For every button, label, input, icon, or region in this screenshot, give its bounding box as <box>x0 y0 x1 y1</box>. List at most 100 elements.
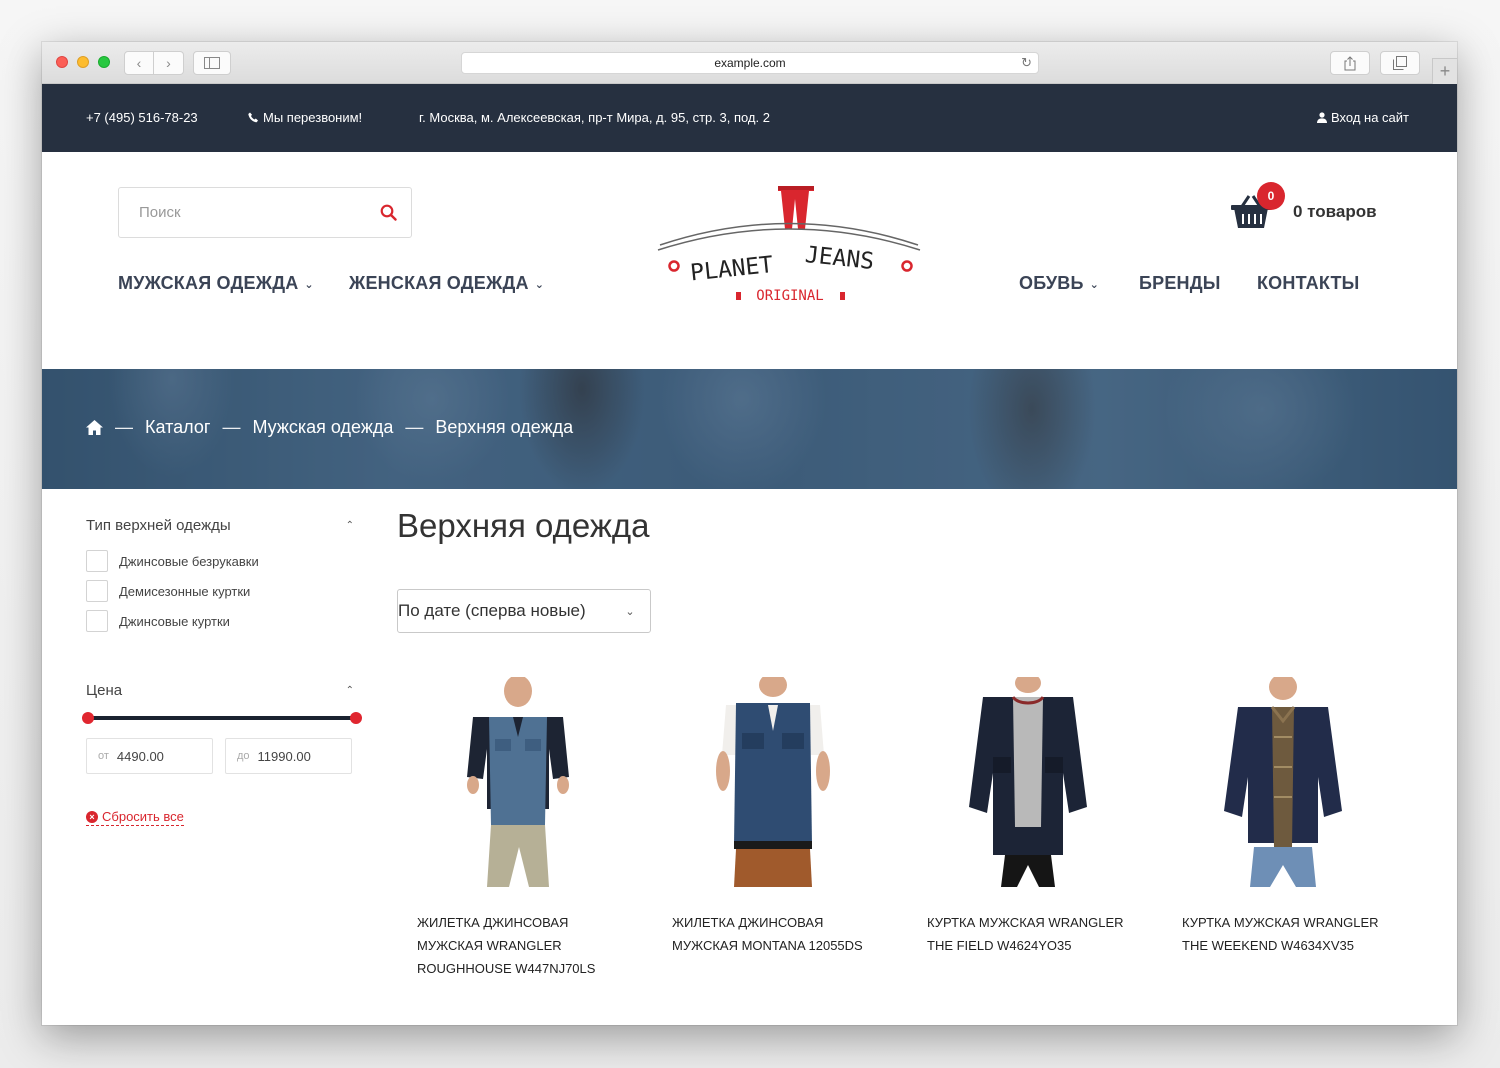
reload-icon[interactable]: ↻ <box>1021 53 1032 73</box>
sidebar-icon <box>204 57 220 69</box>
chevron-up-icon[interactable]: ⌃ <box>346 685 354 696</box>
reset-filters-link[interactable]: × Сбросить все <box>86 809 184 826</box>
phone-number: +7 (495) 516-78-23 <box>86 110 198 125</box>
product-image[interactable] <box>443 677 593 887</box>
product-image[interactable] <box>953 677 1103 887</box>
nav-contacts[interactable]: КОНТАКТЫ <box>1257 273 1360 294</box>
phone-link[interactable]: +7 (495) 516-78-23 <box>86 110 198 125</box>
filter-type-title: Тип верхней одежды <box>86 517 231 534</box>
breadcrumb-separator: — <box>222 417 241 437</box>
nav-womens-label: ЖЕНСКАЯ ОДЕЖДА <box>349 273 529 293</box>
chevron-up-icon[interactable]: ⌃ <box>346 520 354 531</box>
filter-option-label: Джинсовые безрукавки <box>119 553 259 569</box>
nav-brands-label: БРЕНДЫ <box>1139 273 1221 293</box>
plus-icon: + <box>1439 61 1451 81</box>
browser-toolbar: ‹ › example.com ↻ + <box>42 42 1457 84</box>
url-text: example.com <box>714 56 786 70</box>
filter-option-label: Джинсовые куртки <box>119 613 230 629</box>
tabs-overview-button[interactable] <box>1380 51 1420 75</box>
price-from-prefix: от <box>98 750 109 762</box>
minimize-window-button[interactable] <box>77 56 89 68</box>
address-bar[interactable]: example.com ↻ <box>461 52 1039 74</box>
store-address: г. Москва, м. Алексеевская, пр-т Мира, д… <box>419 110 770 125</box>
sidebar-toggle-button[interactable] <box>193 51 231 75</box>
window-controls <box>56 56 110 68</box>
chevron-left-icon: ‹ <box>136 55 142 71</box>
product-image[interactable] <box>698 677 848 887</box>
nav-brands[interactable]: БРЕНДЫ <box>1139 273 1221 294</box>
close-window-button[interactable] <box>56 56 68 68</box>
product-grid: ЖИЛЕТКА ДЖИНСОВАЯ МУЖСКАЯ WRANGLER ROUGH… <box>397 677 1417 987</box>
login-label: Вход на сайт <box>1331 110 1409 125</box>
filter-checkbox[interactable] <box>86 550 108 572</box>
slider-handle-max[interactable] <box>350 712 362 724</box>
price-from-value: 4490.00 <box>116 748 164 764</box>
share-icon <box>1344 55 1356 70</box>
nav-contacts-label: КОНТАКТЫ <box>1257 273 1360 293</box>
nav-mens-clothing[interactable]: МУЖСКАЯ ОДЕЖДА ⌄ <box>118 273 314 294</box>
logo-word-jeans: JEANS <box>804 242 876 275</box>
breadcrumb-mens[interactable]: Мужская одежда <box>252 417 393 438</box>
filter-option[interactable]: Джинсовые безрукавки <box>86 546 356 576</box>
filter-checkbox[interactable] <box>86 610 108 632</box>
filter-price-header[interactable]: Цена ⌃ <box>86 682 356 699</box>
search-box[interactable]: Поиск <box>118 187 412 238</box>
sort-select[interactable]: По дате (сперва новые) ⌄ <box>397 589 651 633</box>
price-to-field[interactable]: до 11990.00 <box>225 738 352 774</box>
filter-option[interactable]: Джинсовые куртки <box>86 606 356 636</box>
price-inputs: от 4490.00 до 11990.00 <box>86 738 356 774</box>
slider-handle-min[interactable] <box>82 712 94 724</box>
product-name[interactable]: ЖИЛЕТКА ДЖИНСОВАЯ МУЖСКАЯ WRANGLER ROUGH… <box>417 911 637 980</box>
sort-selected-value: По дате (сперва новые) <box>398 601 586 620</box>
product-name[interactable]: КУРТКА МУЖСКАЯ WRANGLER THE WEEKEND W463… <box>1182 911 1402 957</box>
chevron-right-icon: › <box>166 55 171 71</box>
product-image[interactable] <box>1208 677 1358 887</box>
site-header: Поиск МУЖСКАЯ ОДЕЖДА ⌄ ЖЕНСКАЯ ОДЕЖДА ⌄ … <box>42 152 1457 369</box>
home-icon[interactable] <box>86 420 103 435</box>
share-button[interactable] <box>1330 51 1370 75</box>
breadcrumb-current: Верхняя одежда <box>435 417 574 437</box>
hero-banner: — Каталог — Мужская одежда — Верхняя оде… <box>42 369 1457 489</box>
slider-track <box>86 716 356 720</box>
chevron-down-icon: ⌄ <box>1089 279 1100 291</box>
chevron-down-icon: ⌄ <box>304 279 314 291</box>
filter-checkbox[interactable] <box>86 580 108 602</box>
chevron-down-icon: ⌄ <box>534 279 545 291</box>
nav-womens-clothing[interactable]: ЖЕНСКАЯ ОДЕЖДА ⌄ <box>349 273 544 294</box>
product-name[interactable]: ЖИЛЕТКА ДЖИНСОВАЯ МУЖСКАЯ MONTANA 12055D… <box>672 911 892 957</box>
new-tab-button[interactable]: + <box>1432 58 1457 84</box>
price-to-prefix: до <box>237 750 250 762</box>
top-info-bar: +7 (495) 516-78-23 Мы перезвоним! г. Мос… <box>42 84 1457 152</box>
cart-widget[interactable]: 0 0 товаров <box>1230 182 1400 232</box>
callback-link[interactable]: Мы перезвоним! <box>248 110 362 125</box>
nav-mens-label: МУЖСКАЯ ОДЕЖДА <box>118 273 299 293</box>
user-icon <box>1317 112 1327 123</box>
cart-label: 0 товаров <box>1293 202 1377 221</box>
product-name[interactable]: КУРТКА МУЖСКАЯ WRANGLER THE FIELD W4624Y… <box>927 911 1147 957</box>
search-input[interactable]: Поиск <box>139 204 365 221</box>
logo-subtitle: ORIGINAL <box>756 288 823 304</box>
close-circle-icon: × <box>86 810 98 823</box>
cart-count-badge: 0 <box>1257 182 1285 210</box>
reset-label: Сбросить все <box>102 809 184 824</box>
filter-price-title: Цена <box>86 682 123 699</box>
filter-type-header[interactable]: Тип верхней одежды ⌃ <box>86 517 356 534</box>
filter-type-options: Джинсовые безрукавки Демисезонные куртки… <box>86 546 356 636</box>
forward-button[interactable]: › <box>154 51 184 75</box>
back-button[interactable]: ‹ <box>124 51 154 75</box>
breadcrumb-separator: — <box>405 417 424 437</box>
price-to-value: 11990.00 <box>257 748 311 764</box>
search-icon <box>380 204 397 221</box>
nav-shoes[interactable]: ОБУВЬ ⌄ <box>1019 273 1099 294</box>
filter-option[interactable]: Демисезонные куртки <box>86 576 356 606</box>
login-link[interactable]: Вход на сайт <box>1317 110 1409 125</box>
price-from-field[interactable]: от 4490.00 <box>86 738 213 774</box>
maximize-window-button[interactable] <box>98 56 110 68</box>
filter-price-group: Цена ⌃ от 4490.00 до 11990.00 <box>82 682 362 774</box>
price-range-slider[interactable] <box>82 711 362 725</box>
site-logo[interactable]: PLANET JEANS ORIGINAL <box>654 182 924 307</box>
tabs-icon <box>1393 56 1407 70</box>
history-nav: ‹ › <box>124 51 184 75</box>
search-button[interactable] <box>365 204 411 221</box>
breadcrumb-catalog[interactable]: Каталог <box>145 417 210 438</box>
